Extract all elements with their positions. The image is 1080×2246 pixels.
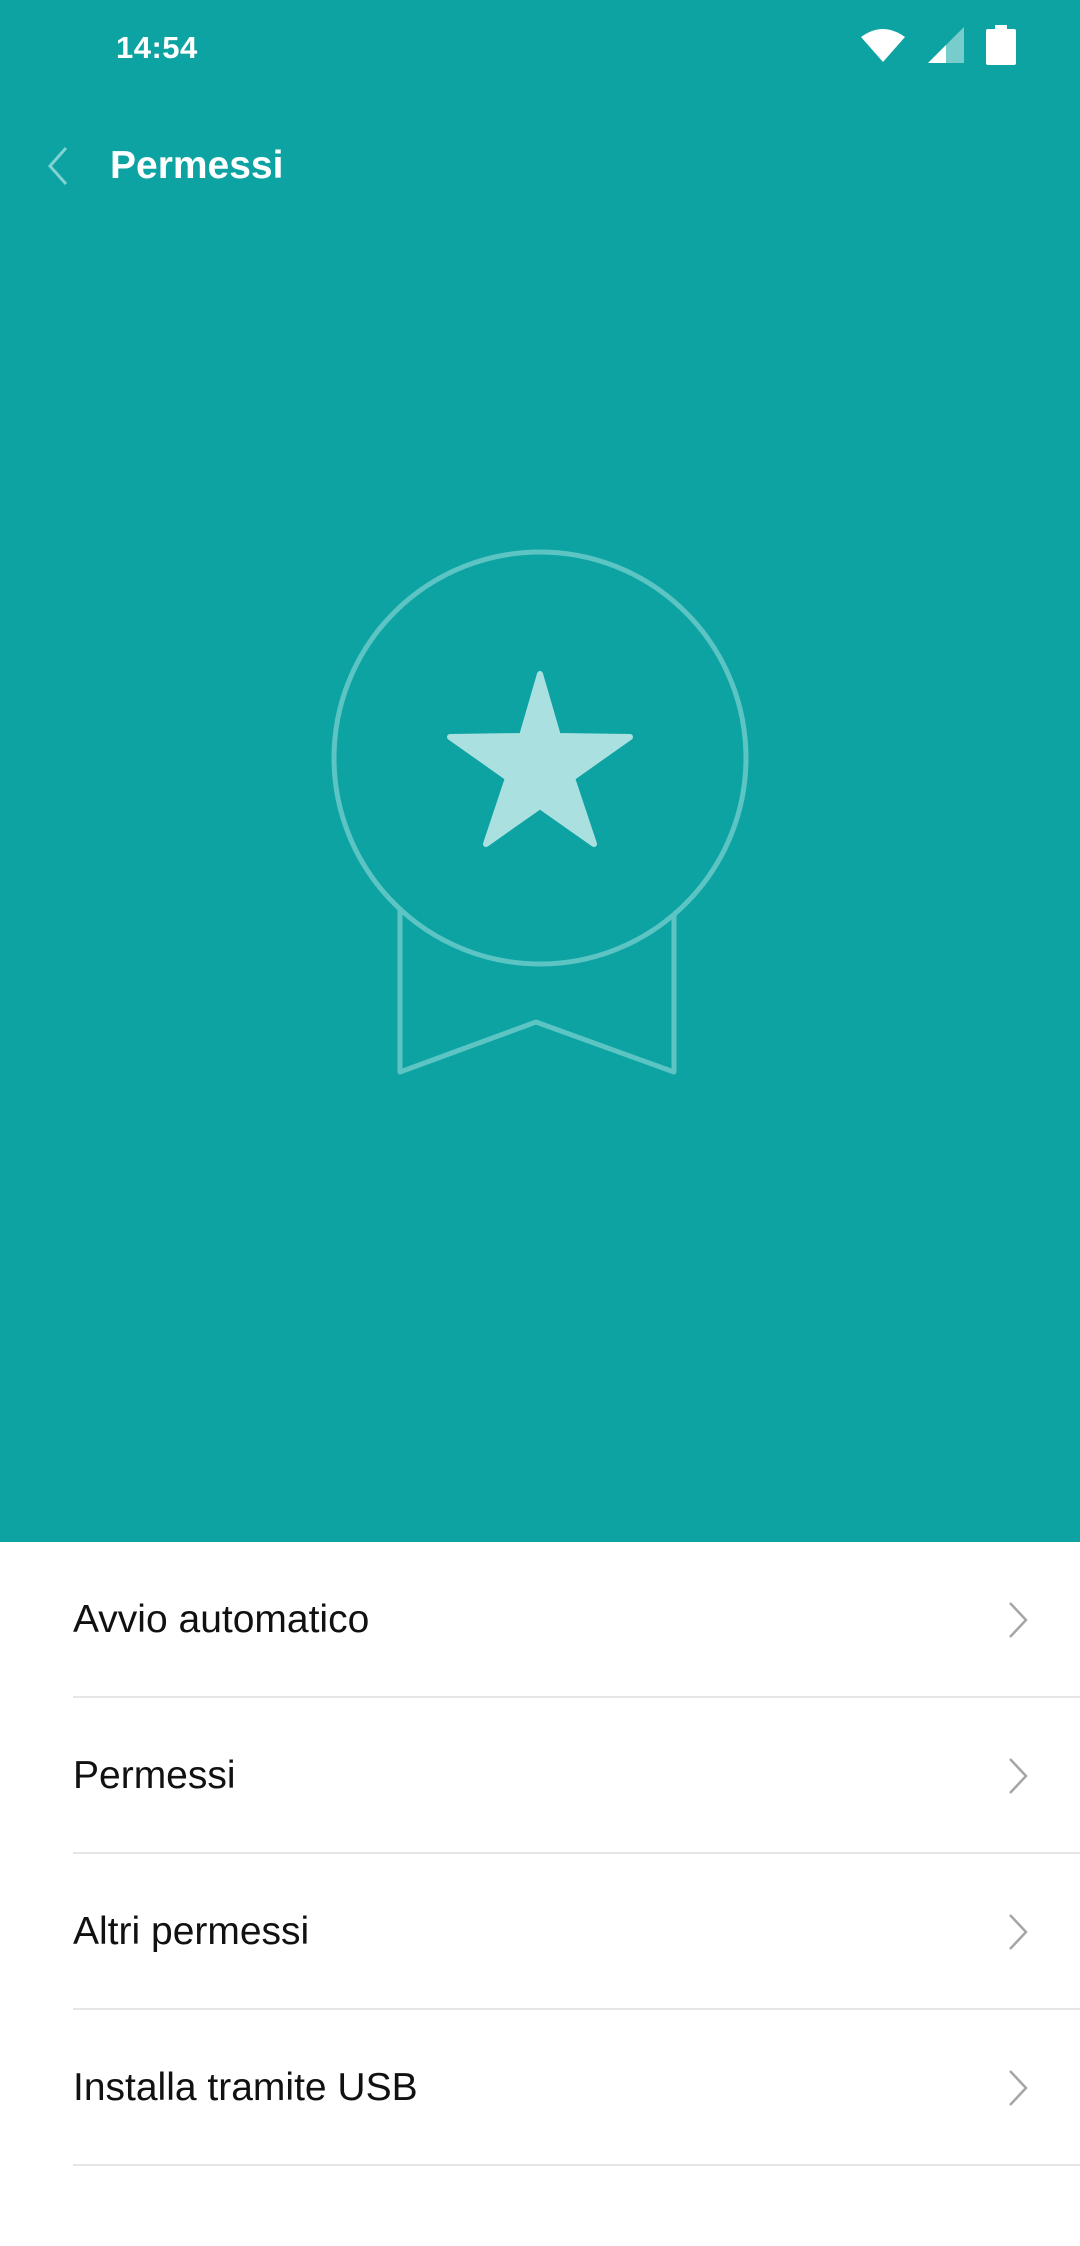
title-bar: Permessi — [0, 120, 1080, 216]
status-time: 14:54 — [116, 30, 198, 65]
list-item-label: Altri permessi — [73, 1910, 310, 1953]
chevron-left-icon — [46, 146, 70, 191]
cell-signal-icon — [926, 25, 966, 70]
page-title: Permessi — [110, 144, 284, 187]
battery-icon — [986, 24, 1016, 70]
settings-list: Avvio automatico Permessi Altri permessi… — [0, 1542, 1080, 2166]
list-item-label: Permessi — [73, 1754, 236, 1797]
hero-banner: 14:54 Permessi — [0, 0, 1080, 1542]
list-item-label: Installa tramite USB — [73, 2066, 418, 2109]
chevron-right-icon — [1006, 1756, 1030, 1796]
list-item-installa-tramite-usb[interactable]: Installa tramite USB — [0, 2010, 1080, 2166]
list-item-permessi[interactable]: Permessi — [0, 1698, 1080, 1854]
chevron-right-icon — [1006, 1600, 1030, 1640]
chevron-right-icon — [1006, 2068, 1030, 2108]
chevron-right-icon — [1006, 1912, 1030, 1952]
status-icons — [860, 24, 1016, 70]
list-item-label: Avvio automatico — [73, 1598, 370, 1641]
wifi-icon — [860, 27, 906, 68]
award-badge-icon — [326, 544, 754, 1080]
list-item-avvio-automatico[interactable]: Avvio automatico — [0, 1542, 1080, 1698]
list-item-altri-permessi[interactable]: Altri permessi — [0, 1854, 1080, 2010]
status-bar: 14:54 — [0, 0, 1080, 100]
divider — [73, 2164, 1080, 2166]
back-button[interactable] — [30, 138, 86, 198]
